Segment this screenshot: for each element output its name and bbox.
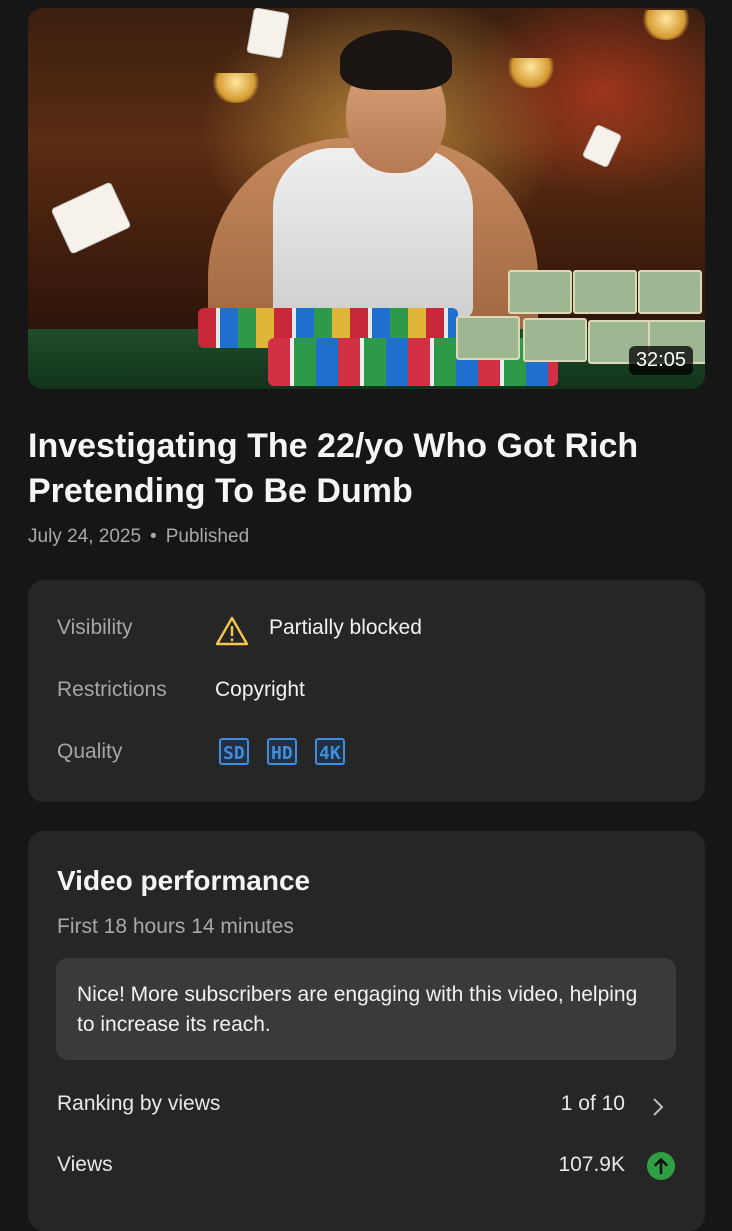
duration-badge: 32:05 <box>628 346 693 375</box>
money-stack <box>638 270 702 314</box>
publish-date: July 24, 2025 <box>28 526 142 547</box>
ranking-row[interactable]: Ranking by views 1 of 10 <box>57 1092 677 1122</box>
playing-card <box>581 123 623 169</box>
ranking-value: 1 of 10 <box>560 1092 625 1115</box>
visibility-value: Partially blocked <box>269 616 422 639</box>
chandelier-decoration <box>643 10 689 40</box>
quality-badge-sd: SD <box>219 738 249 765</box>
money-stack <box>523 318 587 362</box>
person-shirt <box>273 148 473 318</box>
performance-subtitle: First 18 hours 14 minutes <box>57 915 294 938</box>
performance-title: Video performance <box>57 865 311 896</box>
money-stack <box>456 316 520 360</box>
warning-triangle-icon <box>215 616 249 646</box>
video-title: Investigating The 22/yo Who Got Rich Pre… <box>28 427 639 510</box>
playing-card <box>246 8 290 59</box>
chandelier-decoration <box>213 73 259 103</box>
money-stack <box>508 270 572 314</box>
quality-label: Quality <box>57 740 123 763</box>
person-hair <box>340 30 452 90</box>
video-details-card: Visibility Partially blocked Restriction… <box>28 580 705 802</box>
video-thumbnail[interactable]: 32:05 <box>28 8 705 389</box>
chandelier-decoration <box>508 58 554 88</box>
chevron-right-icon[interactable] <box>651 1096 665 1118</box>
restrictions-label: Restrictions <box>57 678 167 701</box>
arrow-up-circle-icon <box>647 1152 675 1180</box>
video-performance-card: Video performance First 18 hours 14 minu… <box>28 831 705 1231</box>
playing-card <box>50 181 132 255</box>
views-label: Views <box>57 1153 113 1176</box>
visibility-label: Visibility <box>57 616 133 639</box>
performance-note: Nice! More subscribers are engaging with… <box>56 958 676 1060</box>
money-stack <box>573 270 637 314</box>
separator-dot: • <box>150 526 157 547</box>
publish-status: Published <box>165 526 250 547</box>
restrictions-value: Copyright <box>215 678 305 701</box>
views-value: 107.9K <box>558 1153 625 1176</box>
ranking-label: Ranking by views <box>57 1092 221 1115</box>
video-meta: July 24, 2025 • Published <box>28 526 249 548</box>
views-row[interactable]: Views 107.9K <box>57 1152 677 1183</box>
quality-badge-4k: 4K <box>315 738 345 765</box>
quality-badge-hd: HD <box>267 738 297 765</box>
